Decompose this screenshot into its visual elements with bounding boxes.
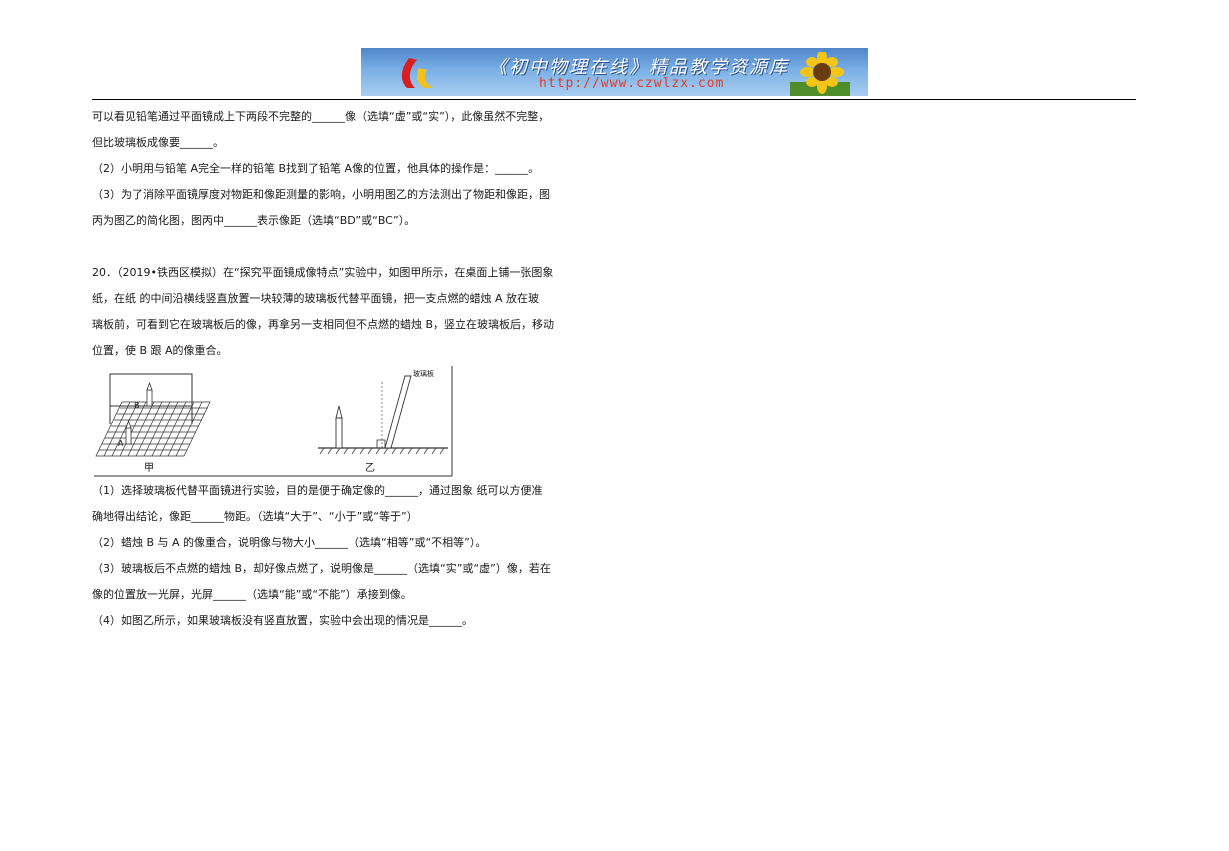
q19-line-2: 但比玻璃板成像要______。 (92, 136, 224, 149)
q19-line-5: 丙为图乙的简化图，图丙中______表示像距（选填“BD”或“BC”）。 (92, 214, 416, 227)
q20-sub1-line-1: （1）选择玻璃板代替平面镜进行实验，目的是便于确定像的______，通过图象 纸… (92, 484, 543, 497)
q20-sub3-line-2: 像的位置放一光屏，光屏______（选填“能”或“不能”）承接到像。 (92, 588, 412, 601)
figure-label-a: A (118, 439, 124, 448)
q20-intro-2: 纸，在纸 的中间沿横线竖直放置一块较薄的玻璃板代替平面镜，把一支点燃的蜡烛 A … (92, 292, 540, 305)
q20-intro-4: 位置，使 B 跟 A的像重合。 (92, 344, 228, 357)
header-banner: 《初中物理在线》精品教学资源库 http://www.czwlzx.com (361, 48, 868, 96)
q19-line-1: 可以看见铅笔通过平面镜成上下两段不完整的______像（选填“虚”或“实”），此… (92, 110, 550, 123)
figure-label-jia: 甲 (144, 463, 154, 474)
q20-intro-3: 璃板前，可看到它在玻璃板后的像，再拿另一支相同但不点燃的蜡烛 B，竖立在玻璃板后… (92, 318, 555, 331)
q20-sub4: （4）如图乙所示，如果玻璃板没有竖直放置，实验中会出现的情况是______。 (92, 614, 473, 627)
figure-label-glass: 玻璃板 (413, 370, 434, 378)
q19-line-3: （2）小明用与铅笔 A完全一样的铅笔 B找到了铅笔 A像的位置，他具体的操作是：… (92, 162, 540, 175)
figure-label-b: B (134, 401, 140, 410)
document-body: 可以看见铅笔通过平面镜成上下两段不完整的______像（选填“虚”或“实”），此… (92, 104, 582, 634)
q20-sub3-line-1: （3）玻璃板后不点燃的蜡烛 B，却好像点燃了，说明像是______（选填“实”或… (92, 562, 551, 575)
sunflower-icon (790, 52, 850, 96)
q20-intro-1: 20．（2019•铁西区模拟）在“探究平面镜成像特点”实验中，如图甲所示，在桌面… (92, 266, 554, 279)
header-rule (92, 99, 1136, 100)
q20-sub1-line-2: 确地得出结论，像距______物距。（选填“大于”、“小于”或“等于”） (92, 510, 418, 523)
experiment-figure: 甲 乙 玻璃板 A B (92, 364, 456, 478)
logo-icon (401, 58, 433, 88)
header-url: http://www.czwlzx.com (539, 76, 725, 91)
q20-sub2: （2）蜡烛 B 与 A 的像重合，说明像与物大小______（选填“相等”或“不… (92, 536, 487, 549)
figure-label-yi: 乙 (365, 463, 375, 474)
figure-drawing (94, 366, 453, 477)
q19-line-4: （3）为了消除平面镜厚度对物距和像距测量的影响，小明用图乙的方法测出了物距和像距… (92, 188, 550, 201)
